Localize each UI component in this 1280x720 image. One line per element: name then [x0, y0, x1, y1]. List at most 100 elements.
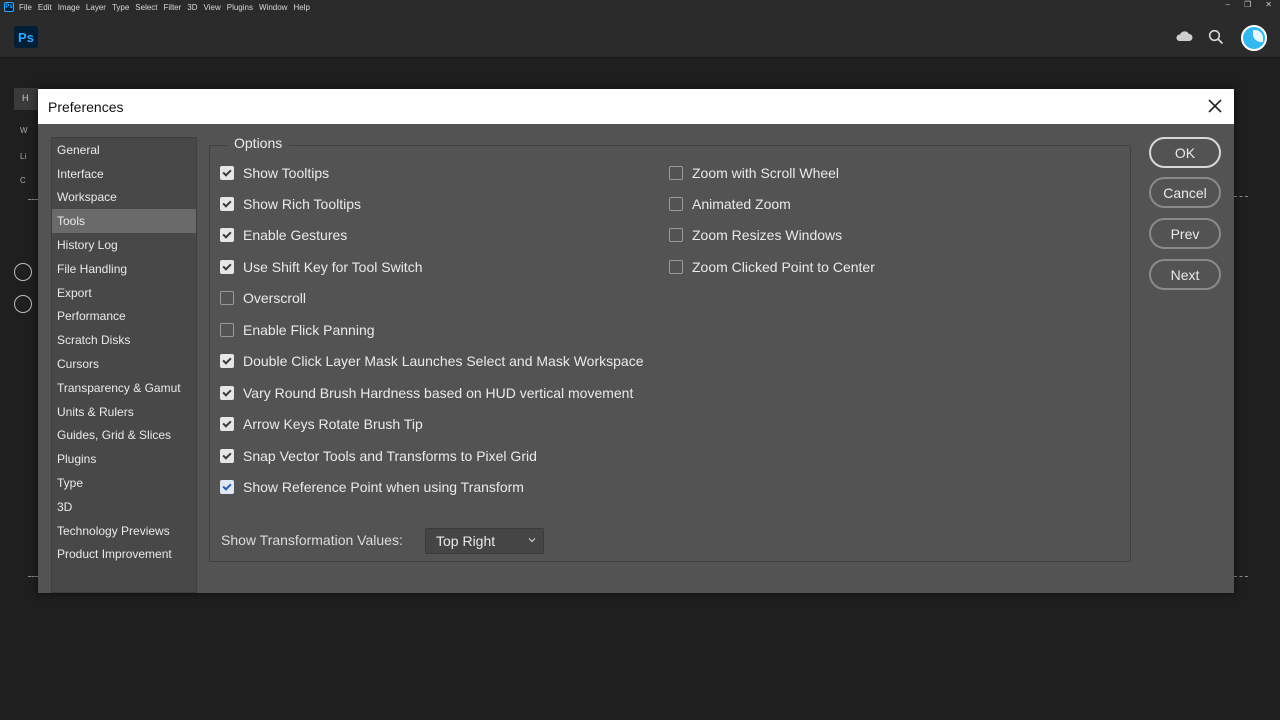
prev-button[interactable]: Prev [1149, 218, 1221, 249]
dialog-titlebar: Preferences [38, 89, 1234, 124]
options-title: Options [227, 135, 290, 151]
background-label: Li [20, 152, 27, 161]
option-label: Show Tooltips [243, 165, 330, 181]
menu-type[interactable]: Type [112, 3, 129, 12]
cancel-button[interactable]: Cancel [1149, 177, 1221, 208]
option-label: Zoom Clicked Point to Center [692, 259, 875, 275]
menu-select[interactable]: Select [135, 3, 157, 12]
menu-window[interactable]: Window [259, 3, 287, 12]
checkmark-icon [222, 228, 232, 239]
checkbox[interactable] [669, 197, 683, 211]
sidebar-item-performance[interactable]: Performance [52, 305, 196, 329]
ok-button[interactable]: OK [1149, 137, 1221, 168]
background-label: C [20, 176, 26, 185]
chevron-down-icon [528, 538, 536, 543]
option-enable-gestures[interactable]: Enable Gestures [220, 227, 347, 243]
preferences-sidebar: General Interface Workspace Tools Histor… [51, 137, 197, 593]
option-label: Enable Flick Panning [243, 322, 375, 338]
option-zoom-resizes-windows[interactable]: Zoom Resizes Windows [669, 227, 842, 243]
sidebar-item-interface[interactable]: Interface [52, 162, 196, 186]
option-label: Zoom with Scroll Wheel [692, 165, 840, 181]
sidebar-item-plugins[interactable]: Plugins [52, 447, 196, 471]
sidebar-item-guides-grid-slices[interactable]: Guides, Grid & Slices [52, 424, 196, 448]
avatar[interactable] [1241, 25, 1267, 51]
checkbox[interactable] [669, 228, 683, 242]
checkmark-icon [222, 354, 232, 365]
sidebar-item-file-handling[interactable]: File Handling [52, 257, 196, 281]
checkbox[interactable] [220, 417, 234, 431]
option-vary-round-brush-hardness-based-on-hud-vertical-movement[interactable]: Vary Round Brush Hardness based on HUD v… [220, 385, 633, 401]
menu-3d[interactable]: 3D [187, 3, 197, 12]
checkbox[interactable] [220, 386, 234, 400]
option-zoom-with-scroll-wheel[interactable]: Zoom with Scroll Wheel [669, 165, 839, 181]
option-enable-flick-panning[interactable]: Enable Flick Panning [220, 322, 375, 338]
menu-image[interactable]: Image [58, 3, 80, 12]
checkmark-icon [222, 166, 232, 177]
option-arrow-keys-rotate-brush-tip[interactable]: Arrow Keys Rotate Brush Tip [220, 416, 423, 432]
transformation-values-select[interactable]: Top Right [425, 528, 544, 554]
menu-help[interactable]: Help [293, 3, 309, 12]
checkbox[interactable] [220, 354, 234, 368]
search-icon[interactable] [1208, 29, 1224, 45]
checkbox[interactable] [220, 197, 234, 211]
background-label: W [20, 126, 28, 135]
option-snap-vector-tools-and-transforms-to-pixel-grid[interactable]: Snap Vector Tools and Transforms to Pixe… [220, 448, 537, 464]
sidebar-item-technology-previews[interactable]: Technology Previews [52, 519, 196, 543]
checkbox[interactable] [220, 228, 234, 242]
option-animated-zoom[interactable]: Animated Zoom [669, 196, 791, 212]
checkbox[interactable] [220, 449, 234, 463]
sidebar-item-transparency-gamut[interactable]: Transparency & Gamut [52, 376, 196, 400]
checkbox[interactable] [669, 260, 683, 274]
checkbox[interactable] [220, 291, 234, 305]
checkbox[interactable] [669, 166, 683, 180]
sidebar-item-scratch-disks[interactable]: Scratch Disks [52, 328, 196, 352]
close-icon[interactable] [1206, 97, 1224, 115]
option-show-tooltips[interactable]: Show Tooltips [220, 165, 329, 181]
preferences-dialog: Preferences General Interface Workspace … [38, 89, 1234, 593]
option-double-click-layer-mask-launches-select-and-mask-workspace[interactable]: Double Click Layer Mask Launches Select … [220, 353, 643, 369]
app-logo: Ps [14, 26, 38, 48]
checkbox[interactable] [220, 166, 234, 180]
divider [1234, 196, 1248, 197]
menu-edit[interactable]: Edit [38, 3, 52, 12]
option-label: Overscroll [243, 290, 307, 306]
option-label: Show Rich Tooltips [243, 196, 362, 212]
option-label: Snap Vector Tools and Transforms to Pixe… [243, 448, 537, 464]
divider [28, 576, 38, 577]
sidebar-item-tools[interactable]: Tools [52, 209, 196, 234]
sidebar-item-history-log[interactable]: History Log [52, 233, 196, 257]
option-label: Vary Round Brush Hardness based on HUD v… [243, 385, 634, 401]
option-zoom-clicked-point-to-center[interactable]: Zoom Clicked Point to Center [669, 259, 875, 275]
menu-layer[interactable]: Layer [86, 3, 106, 12]
app-header: Ps [0, 14, 1280, 58]
option-overscroll[interactable]: Overscroll [220, 290, 306, 306]
menu-file[interactable]: File [19, 3, 32, 12]
checkbox[interactable] [220, 480, 234, 494]
menu-view[interactable]: View [204, 3, 221, 12]
sidebar-item-workspace[interactable]: Workspace [52, 186, 196, 210]
checkbox[interactable] [220, 323, 234, 337]
dialog-title: Preferences [48, 99, 124, 115]
option-use-shift-key-for-tool-switch[interactable]: Use Shift Key for Tool Switch [220, 259, 422, 275]
sidebar-item-3d[interactable]: 3D [52, 495, 196, 519]
menu-bar: Ps File Edit Image Layer Type Select Fil… [0, 0, 1280, 14]
cloud-icon[interactable] [1175, 30, 1193, 42]
option-show-rich-tooltips[interactable]: Show Rich Tooltips [220, 196, 361, 212]
option-label: Double Click Layer Mask Launches Select … [243, 353, 644, 369]
minimize-icon[interactable]: – [1226, 0, 1230, 9]
sidebar-item-export[interactable]: Export [52, 281, 196, 305]
sidebar-item-product-improvement[interactable]: Product Improvement [52, 543, 196, 567]
next-button[interactable]: Next [1149, 259, 1221, 290]
close-window-icon[interactable]: ✕ [1265, 0, 1272, 9]
window-controls: – ❐ ✕ [1226, 0, 1272, 9]
menu-filter[interactable]: Filter [164, 3, 182, 12]
option-show-reference-point-when-using-transform[interactable]: Show Reference Point when using Transfor… [220, 479, 524, 495]
sidebar-item-general[interactable]: General [52, 138, 196, 162]
checkbox[interactable] [220, 260, 234, 274]
menu-plugins[interactable]: Plugins [227, 3, 253, 12]
sidebar-item-units-rulers[interactable]: Units & Rulers [52, 400, 196, 424]
restore-icon[interactable]: ❐ [1244, 0, 1251, 9]
sidebar-item-cursors[interactable]: Cursors [52, 352, 196, 376]
sidebar-item-type[interactable]: Type [52, 471, 196, 495]
divider [28, 199, 38, 200]
